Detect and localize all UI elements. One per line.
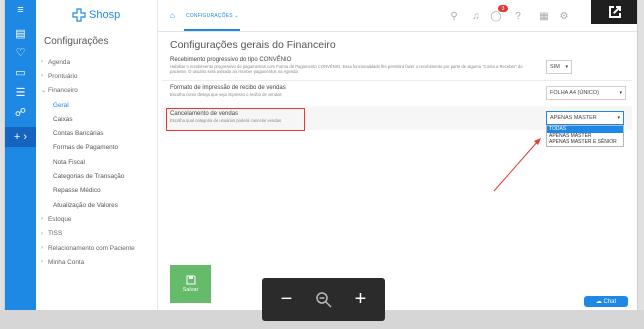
chevron-down-icon: ⌄ [234, 13, 239, 19]
sidebar-item-label: Estoque [48, 215, 72, 223]
chat-label: Chat [603, 298, 617, 305]
zoom-minus-button[interactable]: − [272, 288, 302, 311]
cancelamento-dropdown: TODAS APENAS MASTER APENAS MASTER E SÊNI… [546, 125, 624, 147]
menu-icon[interactable]: ≡ [5, 0, 36, 20]
select-value: APENAS MASTER [550, 115, 597, 121]
sidebar-item-minha-conta[interactable]: › Minha Conta [41, 255, 156, 269]
logo-cross-icon [72, 8, 86, 22]
floppy-disk-icon [186, 275, 195, 285]
add-icon[interactable]: + › [5, 127, 36, 147]
bell-icon[interactable]: ♫ [470, 10, 482, 22]
cancelamento-select[interactable]: APENAS MASTER ▾ [546, 111, 624, 125]
caret-down-icon: ▾ [617, 115, 620, 121]
icon-rail: ≡ ▤ ♡ ▭ ☰ ☍ + › [5, 0, 36, 310]
chevron-right-icon: › [41, 216, 43, 223]
chevron-right-icon: › [41, 59, 43, 66]
sidebar-subitem-repasse-medico[interactable]: Repasse Médico [41, 184, 156, 198]
chat-button[interactable]: ☁ Chat [584, 296, 628, 307]
annotation-arrow [493, 138, 541, 192]
notification-badge: 3 [498, 5, 508, 12]
money-icon[interactable]: ▭ [5, 62, 36, 82]
sidebar-item-label: Financeiro [48, 87, 78, 95]
chevron-right-icon: › [41, 73, 43, 80]
home-icon[interactable]: ⌂ [170, 12, 178, 20]
divider [162, 80, 632, 81]
sidebar-item-agenda[interactable]: › Agenda [41, 55, 156, 69]
sidebar-subitem-categorias-transacao[interactable]: Categorias de Transação [41, 169, 156, 183]
sidebar-subitem-geral[interactable]: Geral [41, 98, 156, 112]
chevron-right-icon: › [41, 259, 43, 266]
main-content: Configurações gerais do Financeiro Receb… [158, 33, 637, 310]
top-bar: ⌂ CONFIGURAÇÕES ⌄ ⚲ ♫ ◯ 3 ? ▦ ⚙ [158, 0, 637, 32]
magnifier-minus-icon [315, 291, 332, 308]
setting-description: Escolha como deseja que seja impresso o … [170, 92, 282, 97]
sidebar-item-label: Relacionamento com Paciente [48, 244, 135, 252]
chat-icon: ☁ [595, 299, 602, 305]
select-value: SIM [550, 64, 560, 70]
caret-down-icon: ▾ [565, 64, 568, 70]
breadcrumb-underline [184, 29, 240, 31]
sidebar-subitem-caixas[interactable]: Caixas [41, 112, 156, 126]
dropdown-option[interactable]: APENAS MASTER E SÊNIOR [547, 139, 623, 146]
select-value: FOLHA A4 (ÚNICO) [550, 90, 599, 96]
sidebar-item-financeiro[interactable]: ⌄ Financeiro [41, 84, 156, 98]
logo-text: Shosp [89, 9, 121, 21]
setting-description: Habilitar o recebimento progressivo de p… [170, 64, 523, 74]
recibo-format-select[interactable]: FOLHA A4 (ÚNICO) ▾ [546, 86, 626, 100]
sidebar-item-tiss[interactable]: › TISS [41, 227, 156, 241]
breadcrumb[interactable]: CONFIGURAÇÕES ⌄ [186, 13, 239, 19]
sidebar-subitem-contas-bancarias[interactable]: Contas Bancárias [41, 126, 156, 140]
chevron-down-icon: ⌄ [41, 88, 47, 95]
sidebar-title: Configurações [44, 36, 109, 47]
viewer-frame: ≡ ▤ ♡ ▭ ☰ ☍ + › Shosp Configurações › Age… [0, 0, 644, 329]
database-icon[interactable]: ☰ [5, 82, 36, 102]
sidebar-item-label: Agenda [48, 58, 71, 66]
sidebar-item-label: Prontuário [48, 72, 78, 80]
annotation-highlight-box [166, 108, 305, 131]
heart-icon[interactable]: ♡ [5, 42, 36, 62]
report-icon[interactable]: ▦ [538, 10, 550, 22]
breadcrumb-label: CONFIGURAÇÕES [186, 13, 233, 19]
sidebar-item-estoque[interactable]: › Estoque [41, 212, 156, 226]
brand-logo[interactable]: Shosp [72, 5, 120, 25]
sidebar-item-label: Minha Conta [48, 258, 85, 266]
page-title: Configurações gerais do Financeiro [170, 39, 336, 51]
users-icon[interactable]: ☍ [5, 102, 36, 122]
sidebar-subitem-formas-pagamento[interactable]: Formas de Pagamento [41, 141, 156, 155]
zoom-plus-button[interactable]: + [346, 288, 376, 311]
search-icon[interactable]: ⚲ [448, 10, 460, 22]
open-external-icon [609, 6, 621, 18]
open-external-button[interactable] [591, 0, 637, 24]
sidebar-subitem-atualizacao-valores[interactable]: Atualização de Valores [41, 198, 156, 212]
caret-down-icon: ▾ [619, 90, 622, 96]
settings-sidebar: Shosp Configurações › Agenda › Prontuário … [36, 0, 158, 310]
save-button[interactable]: Salvar [170, 265, 211, 303]
sidebar-item-label: TISS [48, 230, 63, 238]
chevron-right-icon: › [41, 245, 43, 251]
app-window: ≡ ▤ ♡ ▭ ☰ ☍ + › Shosp Configurações › Age… [4, 0, 638, 310]
zoom-out-icon[interactable] [309, 291, 339, 309]
gear-icon[interactable]: ⚙ [558, 10, 570, 22]
chevron-right-icon: › [41, 230, 43, 237]
calendar-icon[interactable]: ▤ [5, 23, 36, 43]
convenio-select[interactable]: SIM ▾ [546, 60, 572, 74]
sidebar-item-prontuario[interactable]: › Prontuário [41, 69, 156, 83]
help-icon[interactable]: ? [512, 10, 524, 22]
save-label: Salvar [182, 287, 199, 293]
zoom-toolbar: − + [262, 278, 385, 321]
sidebar-subitem-nota-fiscal[interactable]: Nota Fiscal [41, 155, 156, 169]
sidebar-menu: › Agenda › Prontuário ⌄ Financeiro Geral Ca… [41, 55, 156, 269]
sidebar-item-relacionamento[interactable]: › Relacionamento com Paciente [41, 241, 156, 255]
